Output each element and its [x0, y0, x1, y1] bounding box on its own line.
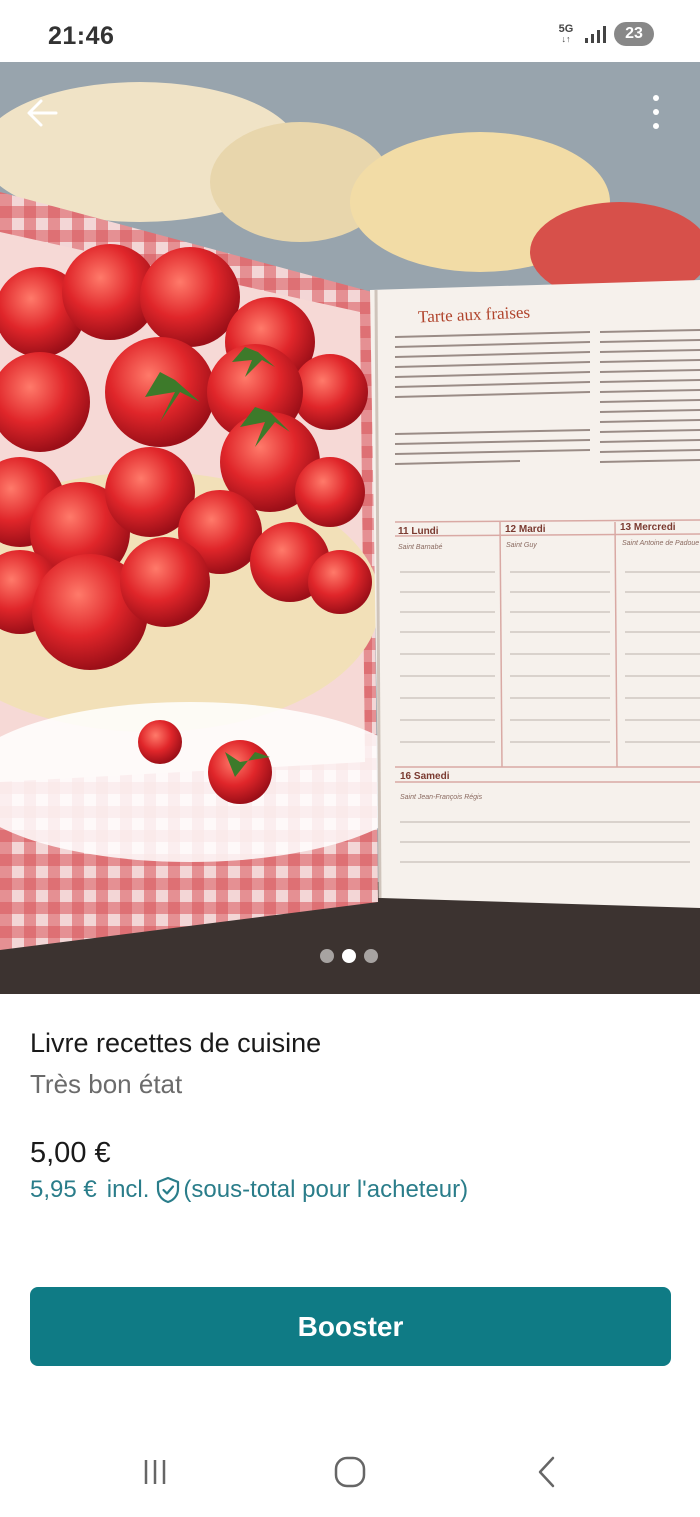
buyer-note: (sous-total pour l'acheteur)	[183, 1176, 469, 1203]
home-button[interactable]	[325, 1450, 375, 1494]
carousel-indicator	[320, 949, 378, 963]
recent-apps-icon	[144, 1460, 166, 1484]
buyer-price: 5,95 €	[30, 1176, 97, 1203]
day-saint: Saint Jean-François Régis	[400, 794, 483, 801]
day-saint: Saint Barnabé	[398, 544, 443, 551]
carousel-dot[interactable]	[364, 949, 378, 963]
carousel-dot[interactable]	[320, 949, 334, 963]
day-label: 11 Lundi	[398, 526, 439, 537]
buyer-price-info[interactable]: 5,95 € incl. (sous-total pour l'acheteur…	[30, 1176, 468, 1204]
carousel-dot-active[interactable]	[342, 949, 356, 963]
battery-icon: 23	[614, 22, 654, 46]
day-label: 13 Mercredi	[620, 522, 676, 533]
more-dot-icon	[653, 109, 659, 115]
system-nav-bar	[0, 1430, 700, 1517]
status-icons: 5G ↓↑ 23	[556, 22, 654, 46]
more-dot-icon	[653, 95, 659, 101]
photo-carousel[interactable]: Tarte aux fraises 11 Lundi Saint Barnabé…	[0, 62, 700, 994]
recent-apps-button[interactable]	[130, 1450, 180, 1494]
item-title: Livre recettes de cuisine	[30, 1028, 322, 1058]
item-price: 5,00 €	[30, 1137, 111, 1169]
chevron-left-icon	[538, 1456, 555, 1488]
nav-back-button[interactable]	[522, 1450, 572, 1494]
status-bar: 21:46 5G ↓↑ 23	[0, 0, 700, 62]
book-photo	[0, 62, 700, 994]
more-options-button[interactable]	[640, 90, 672, 134]
item-condition: Très bon état	[30, 1069, 183, 1099]
incl-label: incl.	[106, 1176, 150, 1203]
signal-icon	[585, 26, 606, 43]
day-label: 16 Samedi	[400, 771, 450, 782]
boost-button[interactable]: Booster	[30, 1287, 671, 1366]
network-5g-icon: 5G ↓↑	[558, 23, 574, 45]
shield-check-icon	[157, 1176, 180, 1204]
home-icon	[334, 1456, 366, 1488]
back-arrow-icon	[27, 99, 58, 127]
more-dot-icon	[653, 123, 659, 129]
status-time: 21:46	[48, 22, 115, 50]
day-saint: Saint Guy	[506, 542, 537, 549]
day-saint: Saint Antoine de Padoue	[622, 540, 700, 547]
back-button[interactable]	[22, 92, 64, 134]
day-label: 12 Mardi	[505, 524, 546, 535]
